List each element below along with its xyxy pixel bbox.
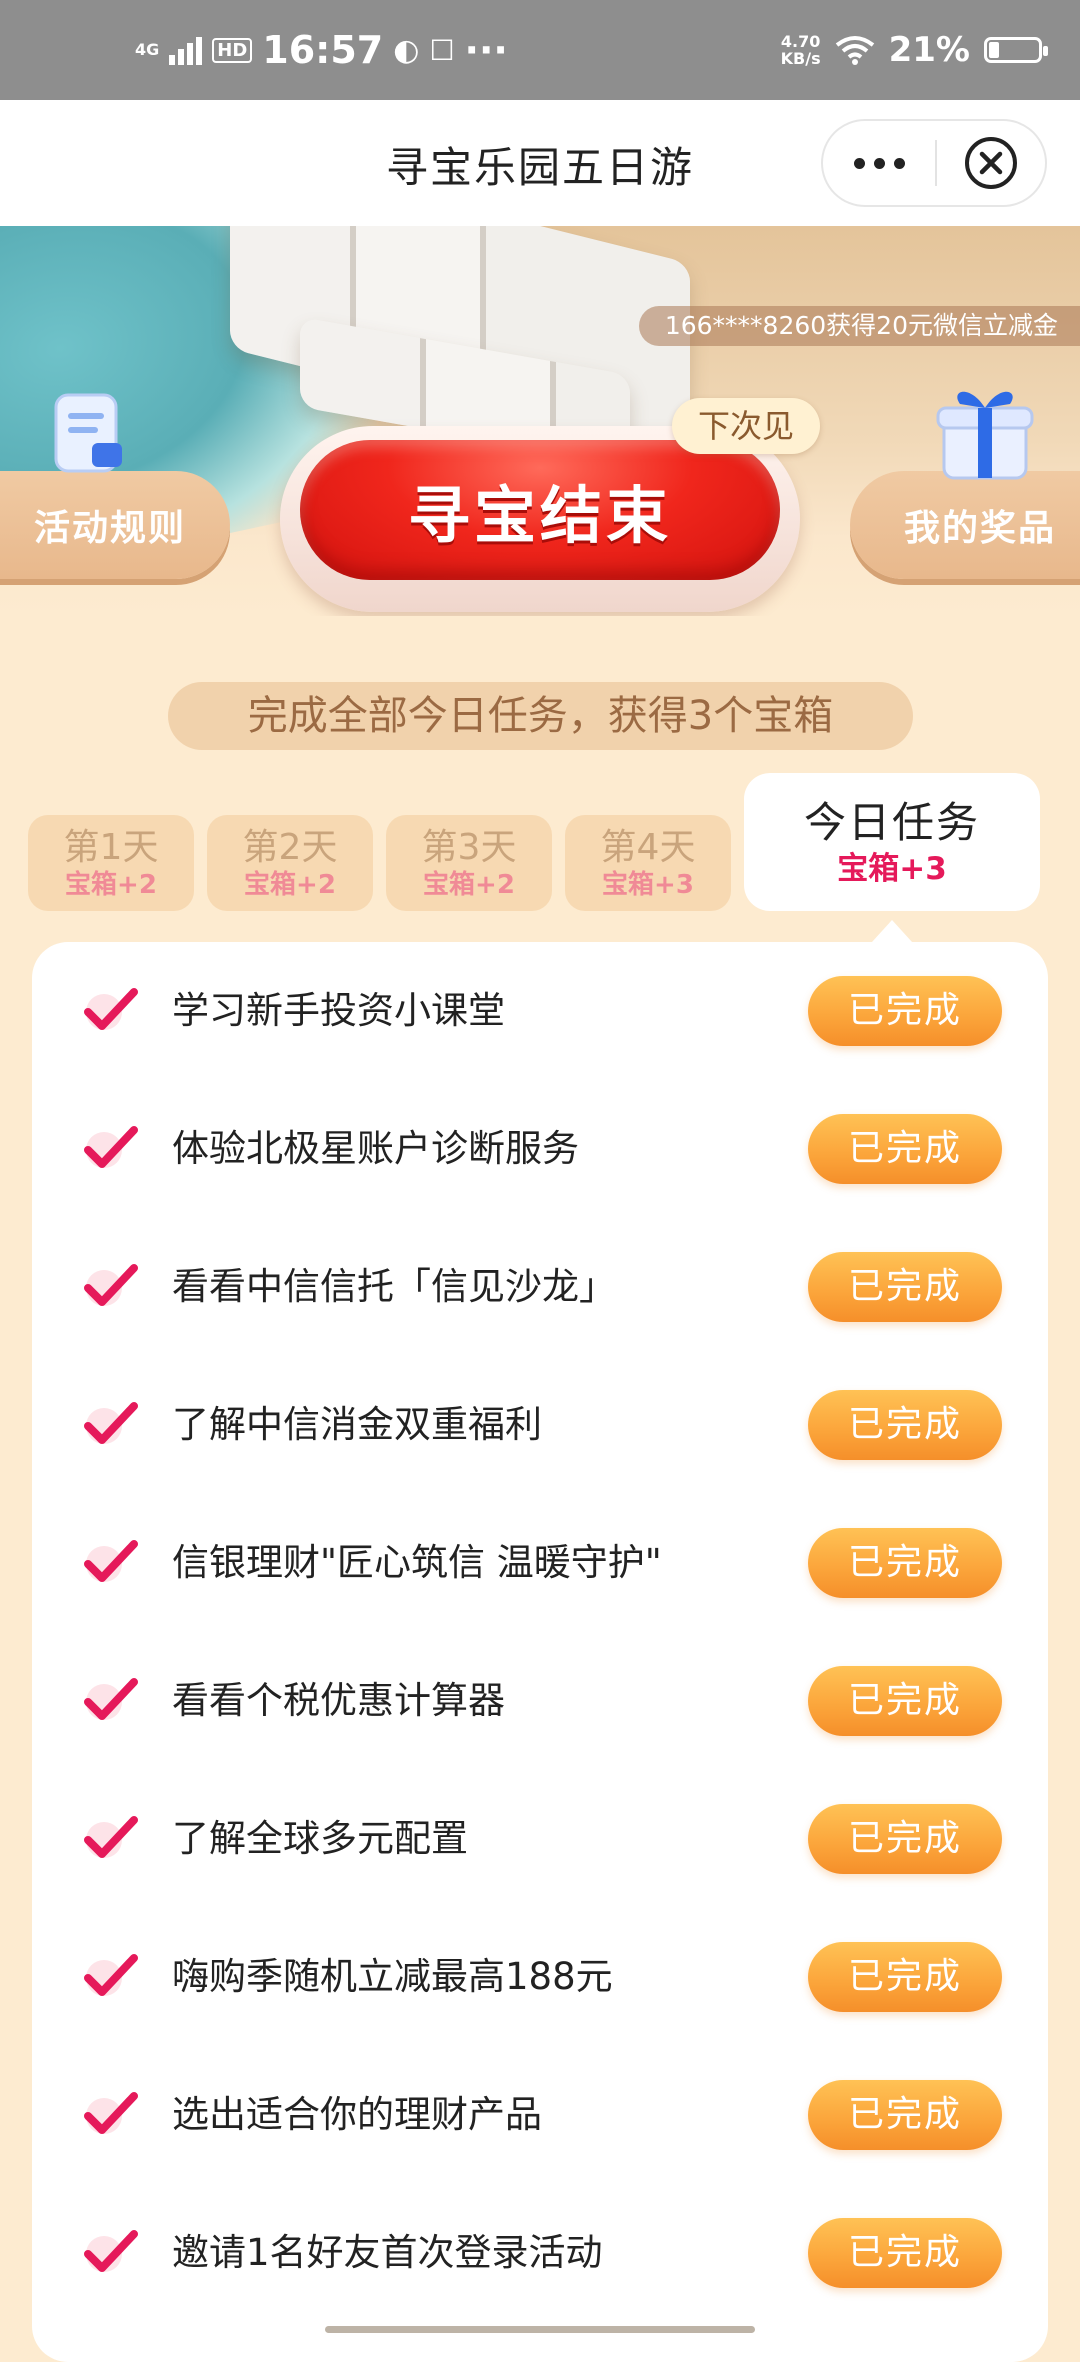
wifi-icon — [835, 36, 874, 65]
rules-label: 活动规则 — [34, 508, 187, 549]
my-prizes-button[interactable]: 我的奖品 — [850, 471, 1080, 579]
status-right: 4.70 KB/s 21% — [781, 30, 1048, 70]
task-label: 嗨购季随机立减最高188元 — [172, 1955, 613, 1998]
task-item: 邀请1名好友首次登录活动 已完成 — [32, 2184, 1048, 2322]
tab-day-label: 第4天 — [600, 827, 696, 868]
task-label: 选出适合你的理财产品 — [172, 2093, 542, 2136]
tab-day-2[interactable]: 第2天 宝箱+2 — [207, 815, 373, 911]
completed-button[interactable]: 已完成 — [808, 1528, 1002, 1598]
checkmark-icon — [84, 1678, 138, 1720]
tab-reward-label: 宝箱+3 — [602, 870, 694, 900]
completed-button[interactable]: 已完成 — [808, 1666, 1002, 1736]
close-circle-icon — [965, 137, 1017, 189]
completed-button[interactable]: 已完成 — [808, 2080, 1002, 2150]
completed-button[interactable]: 已完成 — [808, 1114, 1002, 1184]
rules-button[interactable]: 活动规则 — [0, 471, 230, 579]
task-goal-banner: 完成全部今日任务，获得3个宝箱 — [168, 682, 913, 750]
checkmark-icon — [84, 1402, 138, 1444]
task-item: 学习新手投资小课堂 已完成 — [32, 942, 1048, 1080]
notification-icon: ☐ — [429, 33, 455, 67]
task-item: 嗨购季随机立减最高188元 已完成 — [32, 1908, 1048, 2046]
app-notification-icon: ◐ — [393, 32, 420, 68]
battery-percent: 21% — [888, 30, 970, 70]
status-time: 16:57 — [262, 28, 384, 72]
task-label: 体验北极星账户诊断服务 — [172, 1127, 579, 1170]
completed-button[interactable]: 已完成 — [808, 1390, 1002, 1460]
status-left: 4G HD 16:57 ◐ ☐ ··· — [135, 28, 508, 72]
mini-program-capsule — [821, 119, 1047, 207]
task-list-card: 学习新手投资小课堂 已完成 体验北极星账户诊断服务 已完成 看看中信信托「信见沙… — [32, 942, 1048, 2362]
tab-today-label: 今日任务 — [803, 798, 980, 847]
tab-day-4[interactable]: 第4天 宝箱+3 — [565, 815, 731, 911]
ellipsis-icon — [853, 157, 865, 169]
winner-ticker: 166****8260获得20元微信立减金 — [638, 306, 1080, 346]
signal-icon — [169, 35, 203, 65]
tab-day-label: 第2天 — [242, 827, 338, 868]
tab-today-tasks[interactable]: 今日任务 宝箱+3 — [744, 773, 1040, 911]
checkmark-icon — [84, 1954, 138, 1996]
network-type: 4G — [135, 40, 160, 59]
status-more: ··· — [464, 28, 508, 72]
tab-day-3[interactable]: 第3天 宝箱+2 — [386, 815, 552, 911]
tab-day-label: 第1天 — [63, 827, 159, 868]
completed-button[interactable]: 已完成 — [808, 1942, 1002, 2012]
checkmark-icon — [84, 1816, 138, 1858]
checkmark-icon — [84, 1540, 138, 1582]
checkmark-icon — [84, 2092, 138, 2134]
task-label: 信银理财"匠心筑信 温暖守护" — [172, 1541, 662, 1584]
tab-day-label: 第3天 — [421, 827, 517, 868]
checkmark-icon — [84, 2230, 138, 2272]
speed-unit: KB/s — [780, 49, 821, 68]
document-icon — [54, 393, 122, 473]
hd-icon: HD — [212, 37, 253, 63]
prize-label: 我的奖品 — [903, 508, 1056, 549]
next-time-tag: 下次见 — [672, 398, 821, 454]
task-item: 看看个税优惠计算器 已完成 — [32, 1632, 1048, 1770]
task-label: 邀请1名好友首次登录活动 — [172, 2231, 603, 2274]
task-label: 看看个税优惠计算器 — [172, 1679, 505, 1722]
treasure-hunt-ended-button[interactable]: 寻宝结束 — [300, 440, 780, 580]
status-bar: 4G HD 16:57 ◐ ☐ ··· 4.70 KB/s 21% — [0, 0, 1080, 100]
more-button[interactable] — [823, 121, 935, 205]
task-label: 学习新手投资小课堂 — [172, 989, 505, 1032]
completed-button[interactable]: 已完成 — [808, 1252, 1002, 1322]
task-label: 了解中信消金双重福利 — [172, 1403, 542, 1446]
active-tab-pointer — [872, 920, 912, 942]
checkmark-icon — [84, 1126, 138, 1168]
task-item: 了解全球多元配置 已完成 — [32, 1770, 1048, 1908]
home-indicator[interactable] — [325, 2326, 755, 2333]
tab-reward-label: 宝箱+2 — [65, 870, 157, 900]
hero-banner: 166****8260获得20元微信立减金 活动规则 我的奖品 寻宝结束 下次见 — [0, 226, 1080, 616]
task-item: 选出适合你的理财产品 已完成 — [32, 2046, 1048, 2184]
checkmark-icon — [84, 1264, 138, 1306]
tab-reward-label: 宝箱+2 — [244, 870, 336, 900]
completed-button[interactable]: 已完成 — [808, 2218, 1002, 2288]
task-item: 体验北极星账户诊断服务 已完成 — [32, 1080, 1048, 1218]
task-item: 看看中信信托「信见沙龙」 已完成 — [32, 1218, 1048, 1356]
task-label: 看看中信信托「信见沙龙」 — [172, 1265, 616, 1308]
gift-box-icon — [936, 391, 1034, 480]
task-item: 信银理财"匠心筑信 温暖守护" 已完成 — [32, 1494, 1048, 1632]
title-bar: 寻宝乐园五日游 — [0, 100, 1080, 226]
completed-button[interactable]: 已完成 — [808, 1804, 1002, 1874]
battery-icon — [984, 37, 1048, 63]
network-speed: 4.70 KB/s — [781, 33, 821, 67]
tab-reward-label: 宝箱+2 — [423, 870, 515, 900]
close-button[interactable] — [937, 135, 1045, 191]
tab-today-reward: 宝箱+3 — [837, 851, 947, 887]
completed-button[interactable]: 已完成 — [808, 976, 1002, 1046]
checkmark-icon — [84, 988, 138, 1030]
task-item: 了解中信消金双重福利 已完成 — [32, 1356, 1048, 1494]
task-label: 了解全球多元配置 — [172, 1817, 468, 1860]
tab-day-1[interactable]: 第1天 宝箱+2 — [28, 815, 194, 911]
